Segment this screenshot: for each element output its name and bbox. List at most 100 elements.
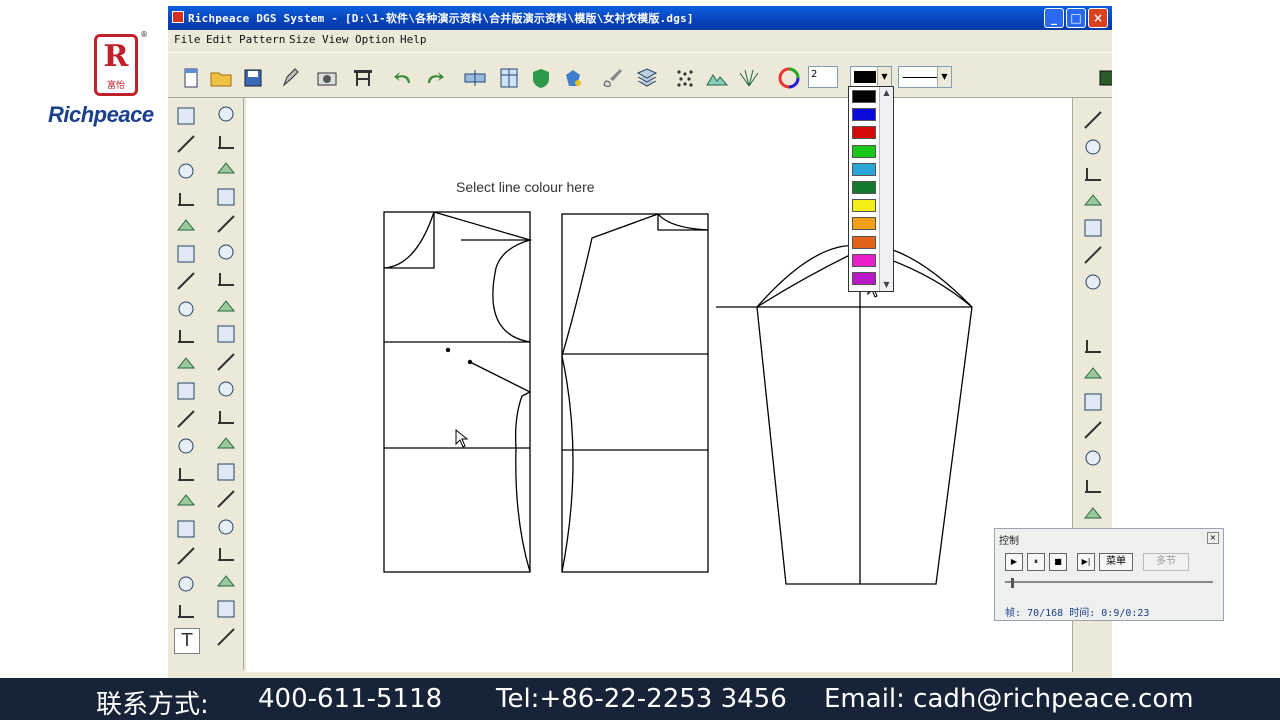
menu-help[interactable]: Help bbox=[400, 33, 427, 46]
compass-tool-icon[interactable] bbox=[174, 269, 198, 293]
front-dart-side[interactable] bbox=[469, 361, 532, 573]
cutting-tool-icon[interactable] bbox=[214, 377, 238, 401]
fan-icon[interactable] bbox=[736, 65, 762, 91]
drill-point[interactable] bbox=[445, 347, 451, 353]
rotate-tool-icon[interactable] bbox=[214, 432, 238, 456]
mark-tool-icon[interactable] bbox=[214, 322, 238, 346]
back-neck-box[interactable] bbox=[657, 214, 708, 231]
curve-icon[interactable] bbox=[1081, 162, 1105, 186]
pin-tool-icon[interactable] bbox=[214, 597, 238, 621]
corner-up-icon[interactable] bbox=[1081, 418, 1105, 442]
stack-icon[interactable] bbox=[634, 65, 660, 91]
export-icon[interactable] bbox=[1081, 135, 1105, 159]
play-button[interactable]: ▶ bbox=[1005, 553, 1023, 571]
color-swatch[interactable] bbox=[852, 126, 876, 140]
progress-track[interactable] bbox=[1005, 581, 1213, 583]
corner-tool-icon[interactable] bbox=[174, 187, 198, 211]
color-swatch[interactable] bbox=[852, 144, 876, 158]
shape-tool-icon[interactable] bbox=[214, 157, 238, 181]
boot-tool-icon[interactable] bbox=[214, 185, 238, 209]
flag-tool-icon[interactable] bbox=[214, 542, 238, 566]
brush-icon[interactable] bbox=[600, 65, 626, 91]
front-neckline[interactable] bbox=[383, 211, 435, 269]
ruler-tool-icon[interactable] bbox=[174, 132, 198, 156]
buttonhole-tool-icon[interactable] bbox=[214, 267, 238, 291]
import-icon[interactable] bbox=[1081, 108, 1105, 132]
open-folder-icon[interactable] bbox=[208, 65, 234, 91]
pencil-edit-icon[interactable] bbox=[278, 65, 304, 91]
corner-down-icon[interactable] bbox=[1081, 446, 1105, 470]
loop-tool-icon[interactable] bbox=[174, 242, 198, 266]
color-swatch[interactable] bbox=[852, 199, 876, 213]
layer-number-field[interactable]: 2 bbox=[808, 66, 838, 88]
dropdown-scrollbar[interactable]: ▲ ▼ bbox=[879, 87, 893, 291]
fold-tool-icon[interactable] bbox=[174, 434, 198, 458]
show-hide-icon[interactable] bbox=[462, 65, 488, 91]
pattern-list-icon[interactable] bbox=[496, 65, 522, 91]
menu-pattern[interactable]: Pattern bbox=[239, 33, 285, 46]
text-tool-icon[interactable]: T bbox=[174, 628, 200, 654]
progress-thumb[interactable] bbox=[1011, 578, 1015, 588]
select-tool-icon[interactable] bbox=[214, 102, 238, 126]
scissors-tool-icon[interactable] bbox=[174, 544, 198, 568]
redo-icon[interactable] bbox=[422, 65, 448, 91]
front-neck-box[interactable] bbox=[384, 212, 435, 269]
measure-tool-icon[interactable] bbox=[214, 240, 238, 264]
wedge-tool-icon[interactable] bbox=[174, 517, 198, 541]
print-icon[interactable] bbox=[1081, 216, 1105, 240]
back-neckline[interactable] bbox=[657, 213, 709, 231]
camera-icon[interactable] bbox=[314, 65, 340, 91]
front-armhole[interactable] bbox=[433, 211, 533, 343]
app-icon[interactable] bbox=[172, 11, 184, 23]
menu-edit[interactable]: Edit bbox=[206, 33, 233, 46]
back-side-seam[interactable] bbox=[561, 355, 574, 573]
color-swatch[interactable] bbox=[852, 235, 876, 249]
notch-tool-icon[interactable] bbox=[214, 350, 238, 374]
color-swatch[interactable] bbox=[852, 108, 876, 122]
grading-table-icon[interactable] bbox=[350, 65, 376, 91]
arch-icon[interactable] bbox=[1081, 362, 1105, 386]
smooth-curve-icon[interactable] bbox=[1081, 474, 1105, 498]
minimize-button[interactable]: _ bbox=[1044, 8, 1064, 28]
pen-tool-icon[interactable] bbox=[174, 324, 198, 348]
chevron-down-icon[interactable]: ▼ bbox=[877, 67, 891, 87]
grade-bars-icon[interactable] bbox=[1081, 270, 1105, 294]
color-swatch[interactable] bbox=[852, 253, 876, 267]
hat-tool-icon[interactable] bbox=[214, 625, 238, 649]
ruler-grade-tool-icon[interactable] bbox=[214, 405, 238, 429]
signal-icon[interactable] bbox=[1081, 243, 1105, 267]
stop-button[interactable]: ■ bbox=[1049, 553, 1067, 571]
close-icon[interactable]: × bbox=[1207, 532, 1219, 544]
menu-button[interactable]: 菜单 bbox=[1099, 553, 1133, 571]
frame-tool-icon[interactable] bbox=[214, 515, 238, 539]
step-button[interactable]: ▶| bbox=[1077, 553, 1095, 571]
pleat-tool-icon[interactable] bbox=[174, 214, 198, 238]
new-file-icon[interactable] bbox=[178, 65, 204, 91]
color-swatch[interactable] bbox=[852, 181, 876, 194]
image-tool-icon[interactable] bbox=[214, 212, 238, 236]
menu-view[interactable]: View bbox=[322, 33, 349, 46]
bucket-icon[interactable] bbox=[560, 65, 586, 91]
cut-tool-icon[interactable] bbox=[174, 297, 198, 321]
color-swatch[interactable] bbox=[852, 217, 876, 231]
span-icon[interactable] bbox=[1081, 390, 1105, 414]
chevron-down-icon[interactable]: ▼ bbox=[880, 279, 893, 291]
zoom-icon[interactable] bbox=[1081, 502, 1105, 526]
button-tool-icon[interactable] bbox=[174, 599, 198, 623]
menu-option[interactable]: Option bbox=[355, 33, 395, 46]
color-dropdown-list[interactable]: ▲ ▼ bbox=[848, 86, 894, 292]
line-color-select[interactable]: ▼ bbox=[850, 66, 892, 88]
rectangle-tool-icon[interactable] bbox=[174, 159, 198, 183]
pattern-drawing[interactable] bbox=[246, 98, 1072, 672]
menu-file[interactable]: File bbox=[174, 33, 201, 46]
pocket-tool-icon[interactable] bbox=[214, 130, 238, 154]
color-wheel-icon[interactable] bbox=[776, 65, 802, 91]
grade-tool-icon[interactable] bbox=[174, 489, 198, 513]
binocular-tool-icon[interactable] bbox=[214, 460, 238, 484]
multi-section-button[interactable]: 多节 bbox=[1143, 553, 1189, 571]
pause-button[interactable]: ⏸ bbox=[1027, 553, 1045, 571]
point-grid-icon[interactable] bbox=[672, 65, 698, 91]
save-icon[interactable] bbox=[240, 65, 266, 91]
chevron-up-icon[interactable]: ▲ bbox=[880, 87, 893, 99]
film-icon[interactable] bbox=[1094, 65, 1112, 91]
